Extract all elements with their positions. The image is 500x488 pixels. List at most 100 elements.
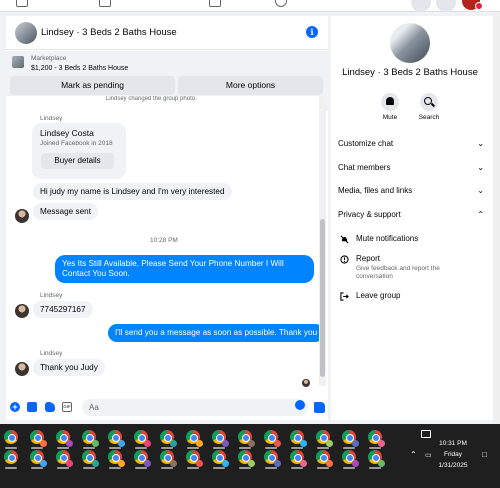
chrome-profile-icon[interactable] — [238, 450, 255, 467]
message-input[interactable] — [89, 402, 279, 413]
clock-day[interactable]: Friday — [432, 451, 474, 458]
chrome-profile-icon[interactable] — [290, 430, 307, 447]
chat-title[interactable]: Lindsey · 3 Beds 2 Baths House — [41, 27, 177, 38]
chrome-profile-icon[interactable] — [4, 430, 18, 444]
chrome-profile-icon[interactable] — [108, 450, 125, 467]
chrome-profile-icon[interactable] — [264, 430, 281, 447]
chrome-profile-icon[interactable] — [56, 450, 73, 467]
home-icon[interactable] — [16, 0, 28, 7]
chat-members-row[interactable]: Chat members ⌄ — [338, 160, 484, 176]
listing-thumbnail[interactable] — [12, 56, 24, 68]
media-files-row[interactable]: Media, files and links ⌄ — [338, 183, 484, 199]
composer: + GIF — [6, 396, 328, 420]
bell-icon[interactable] — [381, 93, 399, 111]
profile-badge — [300, 440, 307, 447]
sender-avatar[interactable] — [15, 304, 29, 318]
chrome-profile-icon[interactable] — [82, 430, 99, 447]
incoming-message[interactable]: Thank you Judy — [33, 359, 105, 376]
privacy-support-row[interactable]: Privacy & support ⌃ — [338, 207, 484, 223]
running-indicator — [135, 467, 147, 469]
running-indicator — [5, 467, 17, 469]
customize-chat-row[interactable]: Customize chat ⌄ — [338, 136, 484, 152]
chrome-profile-icon[interactable] — [134, 450, 151, 467]
sender-avatar[interactable] — [15, 362, 29, 376]
more-options-button[interactable]: More options — [178, 76, 323, 95]
window-scrollbar[interactable] — [493, 12, 500, 424]
listing-title[interactable]: $1,200 - 3 Beds 2 Baths House — [31, 65, 128, 72]
running-indicator — [187, 447, 199, 449]
notifications-icon[interactable]: □ — [482, 450, 487, 459]
chrome-profile-icon[interactable] — [316, 450, 333, 467]
mute-action[interactable]: Mute — [370, 93, 410, 121]
running-indicator — [239, 447, 251, 449]
chrome-profile-icon[interactable] — [238, 430, 255, 447]
privacy-support-label: Privacy & support — [338, 210, 401, 219]
chevron-up-icon[interactable]: ⌃ — [410, 450, 417, 459]
chrome-profile-icon[interactable] — [368, 450, 385, 467]
gaming-icon[interactable] — [275, 0, 287, 7]
clock-time[interactable]: 10:31 PM — [432, 440, 474, 447]
chrome-profile-icon[interactable] — [4, 450, 18, 464]
chrome-profile-icon[interactable] — [290, 450, 307, 467]
chrome-profile-icon[interactable] — [30, 450, 47, 467]
taskbar: ⌃ ▭ 10:31 PM Friday 1/31/2025 □ — [0, 424, 500, 488]
incoming-message[interactable]: Hi judy my name is Lindsey and I'm very … — [33, 183, 232, 200]
image-icon[interactable] — [27, 402, 37, 412]
chrome-profile-icon[interactable] — [186, 450, 203, 467]
chrome-profile-icon[interactable] — [30, 430, 47, 447]
outgoing-message[interactable]: Yes Its Still Available, Please Send You… — [55, 255, 314, 283]
message-list[interactable]: Lindsey changed the group photo. Lindsey… — [6, 96, 320, 396]
search-icon[interactable] — [420, 93, 438, 111]
chat-scrollbar[interactable] — [319, 96, 326, 386]
chrome-profile-icon[interactable] — [212, 430, 229, 447]
chrome-profile-icon[interactable] — [186, 430, 203, 447]
chrome-profile-icon[interactable] — [368, 430, 385, 447]
info-icon[interactable]: i — [306, 26, 318, 38]
notifications-bell-icon[interactable] — [436, 0, 456, 12]
outgoing-message[interactable]: I'll send you a message as soon as possi… — [108, 324, 320, 342]
chrome-profile-icon[interactable] — [212, 450, 229, 467]
running-indicator — [83, 467, 95, 469]
buyer-details-button[interactable]: Buyer details — [41, 153, 114, 169]
chrome-profile-icon[interactable] — [160, 450, 177, 467]
search-action[interactable]: Search — [409, 93, 449, 121]
profile-badge — [222, 460, 229, 467]
chrome-profile-icon[interactable] — [264, 450, 281, 467]
network-icon[interactable]: ▭ — [425, 451, 432, 459]
group-photo[interactable] — [390, 23, 430, 63]
chevron-down-icon: ⌄ — [477, 139, 484, 148]
profile-avatar[interactable] — [462, 0, 483, 10]
menu-grid-icon[interactable] — [411, 0, 431, 12]
display-tray-icon[interactable] — [421, 430, 431, 438]
report-label: Report — [356, 254, 381, 263]
incoming-message[interactable]: 7745297167 — [33, 301, 93, 318]
chrome-profile-icon[interactable] — [342, 450, 359, 467]
profile-badge — [40, 440, 47, 447]
gif-icon[interactable]: GIF — [62, 402, 72, 412]
plus-icon[interactable]: + — [10, 402, 20, 412]
chrome-profile-icon[interactable] — [82, 450, 99, 467]
clock-date[interactable]: 1/31/2025 — [432, 462, 474, 469]
message-field[interactable] — [82, 399, 308, 416]
marketplace-icon[interactable] — [209, 0, 221, 7]
info-panel: Lindsey · 3 Beds 2 Baths House Mute Sear… — [331, 16, 497, 420]
running-indicator — [31, 467, 43, 469]
chrome-profile-icon[interactable] — [316, 430, 333, 447]
chrome-profile-icon[interactable] — [56, 430, 73, 447]
sticker-icon[interactable] — [45, 402, 55, 412]
incoming-message[interactable]: Message sent — [33, 203, 98, 220]
profile-badge — [170, 460, 177, 467]
chrome-profile-icon[interactable] — [342, 430, 359, 447]
group-avatar[interactable] — [15, 22, 37, 44]
profile-badge — [196, 440, 203, 447]
video-icon[interactable] — [99, 0, 111, 7]
chrome-profile-icon[interactable] — [134, 430, 151, 447]
chrome-profile-icon[interactable] — [108, 430, 125, 447]
profile-card: Lindsey Costa Joined Facebook in 2018 Bu… — [32, 123, 126, 179]
sender-avatar[interactable] — [15, 209, 29, 223]
mark-as-pending-button[interactable]: Mark as pending — [10, 76, 175, 95]
thumbs-up-icon[interactable] — [314, 402, 325, 413]
chrome-profile-icon[interactable] — [160, 430, 177, 447]
emoji-icon[interactable] — [295, 400, 305, 410]
chat-scrollbar-thumb[interactable] — [320, 219, 325, 377]
